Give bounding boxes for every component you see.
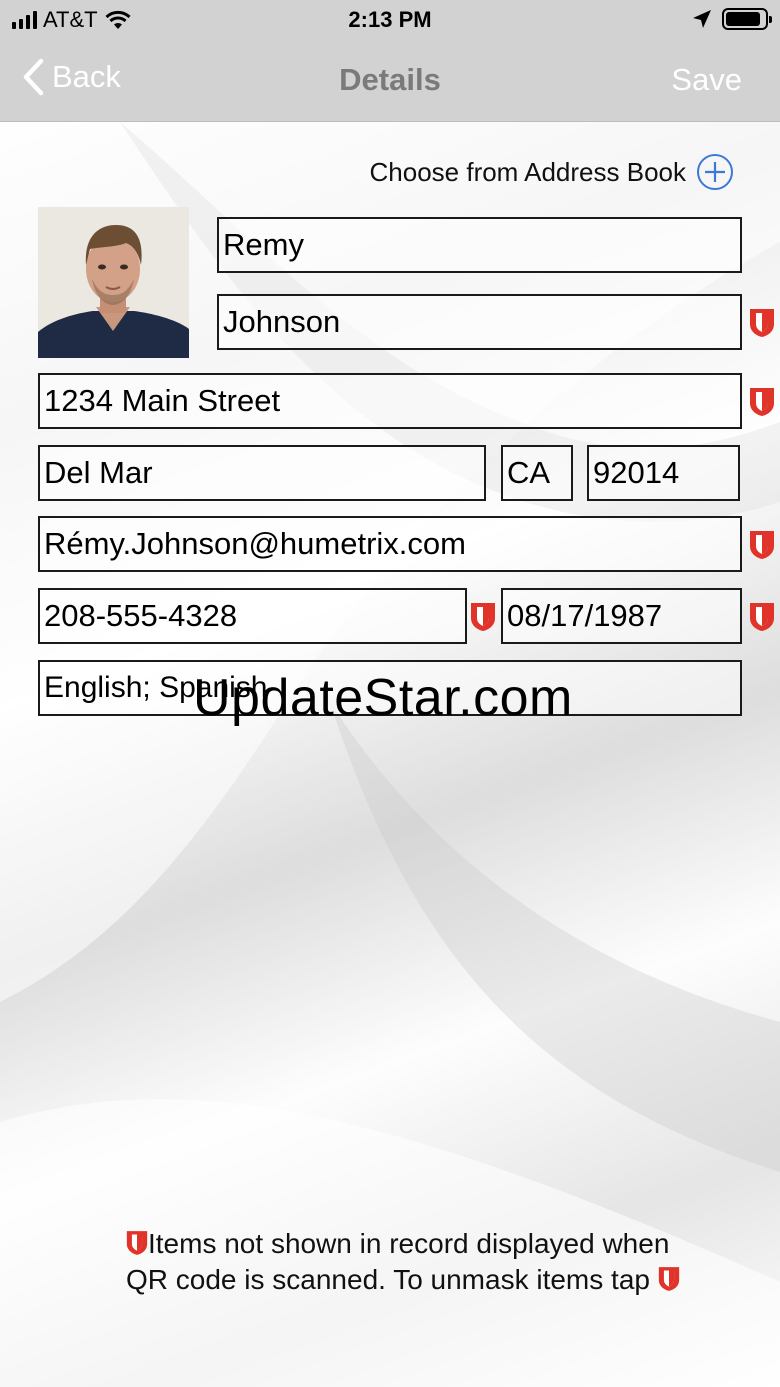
mask-shield-icon[interactable] [749, 387, 775, 417]
city-field[interactable]: Del Mar [38, 445, 486, 501]
choose-address-book-button[interactable]: Choose from Address Book [370, 153, 735, 191]
save-button[interactable]: Save [671, 62, 742, 98]
mask-shield-icon [126, 1231, 148, 1255]
status-time: 2:13 PM [348, 7, 432, 32]
zip-field[interactable]: 92014 [587, 445, 740, 501]
last-name-field[interactable]: Johnson [217, 294, 742, 350]
languages-field[interactable]: English; Spanish [38, 660, 742, 716]
mask-shield-icon[interactable] [658, 1266, 680, 1292]
status-right [692, 8, 772, 30]
location-arrow-icon [693, 10, 711, 28]
mask-shield-icon[interactable] [749, 602, 775, 632]
phone-field[interactable]: 208-555-4328 [38, 588, 467, 644]
mask-shield-icon[interactable] [749, 308, 775, 338]
street-field[interactable]: 1234 Main Street [38, 373, 742, 429]
state-field[interactable]: CA [501, 445, 573, 501]
footnote-text: Items not shown in record displayed when… [126, 1228, 670, 1295]
plus-circle-icon [697, 154, 733, 190]
avatar[interactable] [38, 207, 189, 358]
mask-shield-icon[interactable] [470, 602, 496, 632]
battery-icon [722, 8, 772, 30]
email-field[interactable]: Rémy.Johnson@humetrix.com [38, 516, 742, 572]
first-name-field[interactable]: Remy [217, 217, 742, 273]
mask-shield-icon[interactable] [749, 530, 775, 560]
battery-fill [726, 12, 761, 26]
page-title: Details [339, 62, 441, 97]
choose-address-book-label: Choose from Address Book [369, 156, 687, 187]
status-bar: AT&T 2:13 PM [0, 0, 780, 40]
profile-photo [38, 207, 189, 358]
dob-field[interactable]: 08/17/1987 [501, 588, 742, 644]
navigation-bar: Back Details Save [0, 40, 780, 122]
mask-footnote: Items not shown in record displayed when… [126, 1226, 686, 1298]
